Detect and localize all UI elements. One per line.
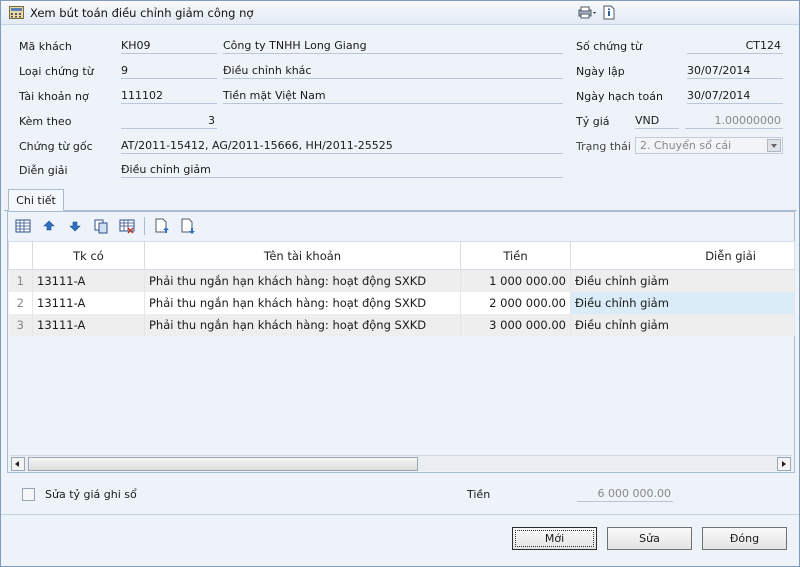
- dien-giai-label: Diễn giải: [19, 164, 68, 177]
- cell-tien[interactable]: 3 000 000.00: [460, 313, 571, 336]
- ngay-lap-label: Ngày lập: [576, 65, 625, 78]
- cell-tien[interactable]: 1 000 000.00: [460, 269, 571, 292]
- table-row[interactable]: 1 13111-A Phải thu ngắn hạn khách hàng: …: [8, 269, 795, 292]
- grid-header-tk-co[interactable]: Tk có: [32, 241, 145, 270]
- scroll-right-icon[interactable]: [777, 457, 791, 471]
- sua-ty-gia-label: Sửa tỷ giá ghi sổ: [45, 488, 137, 501]
- cell-dien-giai[interactable]: Điều chỉnh giảm: [570, 291, 795, 314]
- kem-theo-label: Kèm theo: [19, 115, 72, 128]
- cell-tk-co[interactable]: 13111-A: [32, 291, 145, 314]
- calculator-icon: [9, 6, 24, 19]
- tab-chi-tiet[interactable]: Chi tiết: [8, 189, 64, 211]
- title-toolbar: [577, 5, 619, 20]
- row-number: 1: [8, 269, 33, 292]
- cell-tk-co[interactable]: 13111-A: [32, 269, 145, 292]
- copy-icon[interactable]: [92, 217, 110, 235]
- tai-khoan-no-name-field: Tiền mặt Việt Nam: [223, 88, 563, 104]
- tai-khoan-no-label: Tài khoản nợ: [19, 90, 89, 103]
- table-row[interactable]: 2 13111-A Phải thu ngắn hạn khách hàng: …: [8, 291, 795, 314]
- currency-field[interactable]: VND: [635, 113, 679, 129]
- grid-icon[interactable]: [14, 217, 32, 235]
- toolbar-separator: [144, 217, 145, 235]
- row-number: 2: [8, 291, 33, 314]
- tong-tien-label: Tiền: [467, 488, 491, 501]
- cell-dien-giai[interactable]: Điều chỉnh giảm: [570, 313, 795, 336]
- title-bar: Xem bút toán điều chỉnh giảm công nợ: [1, 1, 799, 25]
- cell-tien[interactable]: 2 000 000.00: [460, 291, 571, 314]
- so-chung-tu-label: Số chứng từ: [576, 40, 642, 53]
- ngay-hach-toan-label: Ngày hạch toán: [576, 90, 663, 103]
- window-title: Xem bút toán điều chỉnh giảm công nợ: [30, 6, 254, 20]
- tai-khoan-no-code-field[interactable]: 111102: [121, 88, 217, 104]
- insert-above-icon[interactable]: [153, 217, 171, 235]
- chung-tu-goc-label: Chứng từ gốc: [19, 140, 93, 153]
- ma-khach-name-field: Công ty TNHH Long Giang: [223, 38, 563, 54]
- table-row[interactable]: 3 13111-A Phải thu ngắn hạn khách hàng: …: [8, 313, 795, 336]
- detail-panel: Tk có Tên tài khoản Tiền Diễn giải 1 131…: [7, 211, 795, 473]
- chung-tu-goc-field[interactable]: AT/2011-15412, AG/2011-15666, HH/2011-25…: [121, 138, 563, 154]
- dialog-window: Xem bút toán điều chỉnh giảm công nợ Mã …: [0, 0, 800, 567]
- dien-giai-field[interactable]: Điều chỉnh giảm: [121, 162, 563, 178]
- grid-header-tien[interactable]: Tiền: [460, 241, 571, 270]
- cell-ten-tai-khoan[interactable]: Phải thu ngắn hạn khách hàng: hoạt động …: [144, 313, 461, 336]
- close-button[interactable]: Đóng: [702, 527, 787, 550]
- ngay-lap-field[interactable]: 30/07/2014: [687, 63, 783, 79]
- cell-tk-co[interactable]: 13111-A: [32, 313, 145, 336]
- ty-gia-label: Tỷ giá: [576, 115, 610, 128]
- scroll-thumb[interactable]: [28, 457, 418, 471]
- ngay-hach-toan-field[interactable]: 30/07/2014: [687, 88, 783, 104]
- ma-khach-label: Mã khách: [19, 40, 72, 53]
- new-button[interactable]: Mới: [512, 527, 597, 550]
- trang-thai-select[interactable]: 2. Chuyển sổ cái: [635, 137, 783, 154]
- cell-dien-giai[interactable]: Điều chỉnh giảm: [570, 269, 795, 292]
- tab-strip: Chi tiết: [4, 187, 797, 211]
- edit-button[interactable]: Sửa: [607, 527, 692, 550]
- kem-theo-field[interactable]: 3: [121, 113, 217, 129]
- loai-chung-tu-name-field: Điều chỉnh khác: [223, 63, 563, 79]
- so-chung-tu-field[interactable]: CT124: [687, 38, 783, 54]
- printer-icon[interactable]: [577, 5, 596, 20]
- document-info-icon[interactable]: [603, 5, 619, 20]
- trang-thai-label: Trạng thái: [576, 140, 631, 153]
- loai-chung-tu-code-field[interactable]: 9: [121, 63, 217, 79]
- cell-ten-tai-khoan[interactable]: Phải thu ngắn hạn khách hàng: hoạt động …: [144, 291, 461, 314]
- row-number: 3: [8, 313, 33, 336]
- sua-ty-gia-checkbox[interactable]: [22, 488, 35, 501]
- grid-toolbar: [8, 212, 794, 240]
- loai-chung-tu-label: Loại chứng từ: [19, 65, 94, 78]
- arrow-up-icon[interactable]: [40, 217, 58, 235]
- footer-divider: [1, 514, 799, 515]
- grid-header-ten-tai-khoan[interactable]: Tên tài khoản: [144, 241, 461, 270]
- grid-header-row: Tk có Tên tài khoản Tiền Diễn giải: [8, 241, 795, 270]
- delete-row-icon[interactable]: [118, 217, 136, 235]
- tong-tien-field: 6 000 000.00: [577, 486, 673, 502]
- trang-thai-value: 2. Chuyển sổ cái: [640, 139, 732, 152]
- scroll-left-icon[interactable]: [11, 457, 25, 471]
- grid-header-rownum: [8, 241, 33, 270]
- chevron-down-icon[interactable]: [767, 139, 781, 152]
- exchange-rate-field[interactable]: 1.00000000: [685, 113, 783, 129]
- insert-below-icon[interactable]: [179, 217, 197, 235]
- detail-grid: Tk có Tên tài khoản Tiền Diễn giải 1 131…: [8, 241, 795, 336]
- cell-ten-tai-khoan[interactable]: Phải thu ngắn hạn khách hàng: hoạt động …: [144, 269, 461, 292]
- grid-header-dien-giai[interactable]: Diễn giải: [570, 241, 795, 270]
- arrow-down-icon[interactable]: [66, 217, 84, 235]
- ma-khach-code-field[interactable]: KH09: [121, 38, 217, 54]
- horizontal-scrollbar[interactable]: [10, 455, 792, 471]
